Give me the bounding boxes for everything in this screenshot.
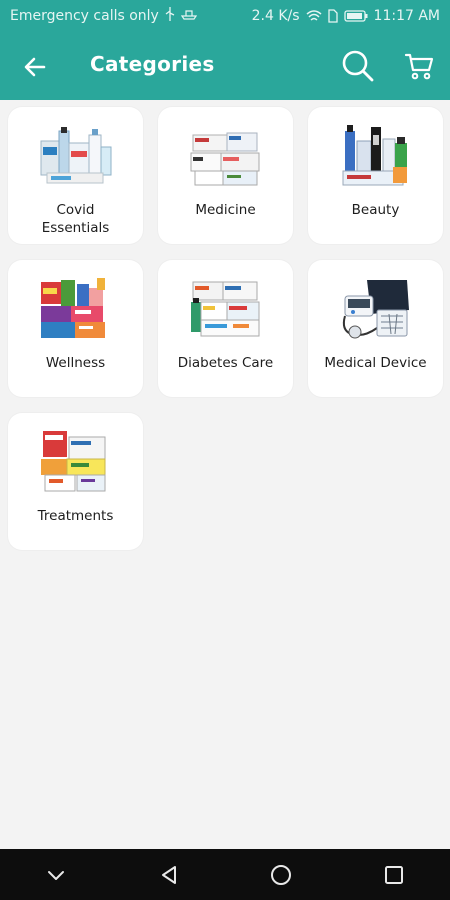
status-bar: Emergency calls only 2.4 K/s 11:17 AM (0, 0, 450, 32)
diabetes-care-products-image (190, 281, 259, 337)
clock-time: 11:17 AM (373, 8, 440, 24)
page-title: Categories (90, 52, 215, 76)
medicine-boxes-image (190, 132, 259, 186)
recents-square-icon (384, 865, 403, 884)
category-card-wellness[interactable]: Wellness (8, 260, 143, 397)
category-card-medicine[interactable]: Medicine (158, 107, 293, 244)
category-card-medical-device[interactable]: Medical Device (308, 260, 443, 397)
chevron-down-icon (48, 870, 65, 880)
status-left: Emergency calls only (10, 7, 197, 25)
category-card-treatments[interactable]: Treatments (8, 413, 143, 550)
sim-icon (327, 9, 338, 23)
cart-icon (404, 53, 434, 80)
category-label: Medicine (195, 202, 256, 218)
blood-pressure-monitor-image (342, 280, 409, 339)
category-label: Diabetes Care (177, 355, 274, 371)
search-icon (342, 50, 374, 82)
usb-icon (165, 7, 175, 25)
nav-home-button[interactable] (256, 849, 306, 900)
battery-icon (343, 10, 368, 22)
category-card-covid-essentials[interactable]: Covid Essentials (8, 107, 143, 244)
beauty-products-image (342, 125, 407, 186)
app-bar: Categories (0, 32, 450, 100)
category-label: Treatments (37, 508, 114, 524)
wellness-products-image (40, 278, 105, 338)
category-label: Beauty (351, 202, 400, 218)
nav-recents-button[interactable] (369, 849, 419, 900)
covid-essentials-products-image (40, 127, 111, 184)
status-right: 2.4 K/s 11:17 AM (252, 8, 440, 24)
system-nav-bar (0, 849, 450, 900)
category-card-beauty[interactable]: Beauty (308, 107, 443, 244)
category-label: Covid Essentials (41, 202, 110, 236)
back-button[interactable] (20, 52, 50, 82)
cart-button[interactable] (402, 49, 436, 83)
network-speed: 2.4 K/s (251, 8, 300, 24)
category-label: Medical Device (324, 355, 427, 371)
home-circle-icon (271, 864, 292, 885)
category-card-diabetes-care[interactable]: Diabetes Care (158, 260, 293, 397)
category-label: Wellness (45, 355, 106, 371)
treatment-products-image (40, 431, 105, 492)
search-button[interactable] (340, 48, 376, 84)
categories-grid: Covid Essentials Medicine Beauty Wellnes… (8, 107, 444, 550)
boat-icon (180, 8, 197, 24)
carrier-text: Emergency calls only (10, 8, 159, 24)
back-triangle-icon (161, 865, 176, 884)
wifi-icon (306, 9, 322, 23)
arrow-left-icon (24, 57, 46, 77)
nav-back-button[interactable] (144, 849, 194, 900)
nav-hide-button[interactable] (31, 849, 81, 900)
